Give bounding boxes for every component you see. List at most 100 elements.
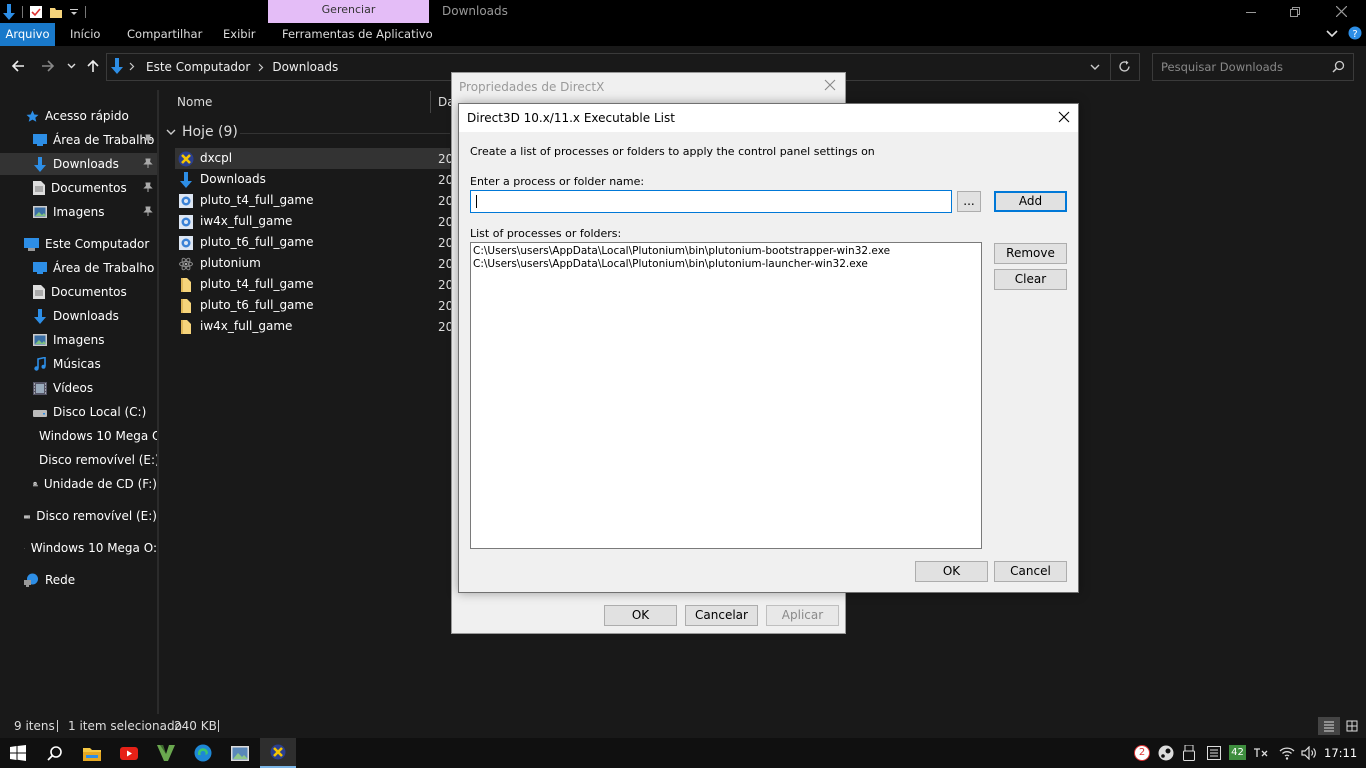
file-row-pluto-t4-folder[interactable]: pluto_t4_full_game — [175, 274, 450, 295]
customize-toolbar-icon[interactable] — [69, 7, 79, 17]
breadcrumb-downloads[interactable]: Downloads — [272, 53, 338, 81]
address-history-chevron-icon[interactable] — [1090, 63, 1100, 71]
sidebar-item-acesso-rapido[interactable]: Acesso rápido — [26, 105, 156, 127]
file-row-dxcpl[interactable]: dxcpl — [175, 148, 450, 169]
network-icon — [24, 573, 38, 587]
executable-list-cancel-button[interactable]: Cancel — [994, 561, 1067, 582]
large-icons-view-button[interactable] — [1344, 717, 1360, 735]
sidebar-item-musicas[interactable]: Músicas — [33, 353, 157, 375]
sidebar-item-label: Documentos — [51, 181, 127, 195]
tab-ferramentas-de-aplicativo[interactable]: Ferramentas de Aplicativo — [282, 23, 433, 46]
temperature-tray-icon[interactable]: 42 — [1229, 745, 1246, 760]
tab-compartilhar[interactable]: Compartilhar — [127, 23, 202, 46]
taskbar-youtube[interactable] — [111, 738, 147, 768]
up-arrow-icon[interactable] — [86, 59, 100, 73]
minimize-button[interactable] — [1228, 0, 1274, 23]
close-window-button[interactable] — [1318, 0, 1364, 23]
help-icon[interactable]: ? — [1348, 26, 1362, 40]
restore-button[interactable] — [1272, 0, 1318, 23]
notification-badge-icon[interactable]: 2 — [1134, 745, 1150, 761]
executable-list-close-icon[interactable] — [1058, 111, 1070, 123]
internet-shortcut-icon — [179, 214, 193, 229]
file-row-pluto-t4-shortcut[interactable]: pluto_t4_full_game — [175, 190, 450, 211]
pin-icon — [143, 158, 153, 168]
tab-inicio[interactable]: Início — [70, 23, 100, 46]
desktop-icon — [33, 134, 47, 146]
sidebar-item-windows-10-mega[interactable]: Windows 10 Mega O — [33, 425, 157, 447]
sidebar-item-imagens-quick[interactable]: Imagens — [0, 201, 157, 223]
taskbar-edge[interactable] — [185, 738, 221, 768]
sidebar-item-label: Downloads — [53, 157, 119, 171]
keyboard-tray-icon[interactable] — [1253, 746, 1269, 760]
add-button[interactable]: Add — [994, 191, 1067, 212]
sidebar-item-videos[interactable]: Vídeos — [33, 377, 157, 399]
collapse-chevron-icon[interactable] — [166, 128, 176, 136]
directx-cancel-button[interactable]: Cancelar — [685, 605, 758, 626]
back-arrow-icon[interactable] — [11, 59, 25, 73]
tab-exibir[interactable]: Exibir — [223, 23, 256, 46]
sidebar-item-rede[interactable]: Rede — [24, 569, 157, 591]
usb-tray-icon[interactable] — [1183, 745, 1195, 761]
breadcrumb-separator-icon[interactable] — [258, 63, 264, 72]
directx-ok-button[interactable]: OK — [604, 605, 677, 626]
list-item[interactable]: C:\Users\users\AppData\Local\Plutonium\b… — [473, 258, 868, 270]
sidebar-item-documentos-pc[interactable]: Documentos — [33, 281, 157, 303]
sidebar-item-area-de-trabalho[interactable]: Área de Trabalho — [0, 129, 157, 151]
file-name: iw4x_full_game — [200, 319, 293, 333]
executable-list-ok-button[interactable]: OK — [915, 561, 988, 582]
file-row-plutonium[interactable]: plutonium — [175, 253, 450, 274]
sidebar-item-este-computador[interactable]: Este Computador — [24, 233, 157, 255]
sidebar-item-disco-local-c[interactable]: Disco Local (C:) — [33, 401, 157, 423]
sidebar-item-unidade-de-cd-f[interactable]: Unidade de CD (F:) — [33, 473, 157, 495]
sidebar-item-disco-removivel-e[interactable]: Disco removível (E:) — [33, 449, 157, 471]
file-row-iw4x-shortcut[interactable]: iw4x_full_game — [175, 211, 450, 232]
forward-arrow-icon[interactable] — [41, 59, 55, 73]
volume-tray-icon[interactable] — [1301, 746, 1317, 760]
column-header-nome[interactable]: Nome — [177, 95, 212, 109]
download-arrow-icon[interactable] — [2, 3, 16, 20]
sidebar-item-downloads-pc[interactable]: Downloads — [33, 305, 157, 327]
directx-apply-button[interactable]: Aplicar — [766, 605, 839, 626]
breadcrumb-separator-icon[interactable] — [129, 62, 135, 71]
context-tab-gerenciar[interactable]: Gerenciar — [268, 0, 429, 23]
taskbar-app-v[interactable] — [148, 738, 184, 768]
column-divider[interactable] — [430, 91, 431, 113]
tab-arquivo[interactable]: Arquivo — [0, 23, 55, 46]
taskbar-search-button[interactable] — [37, 738, 73, 768]
breadcrumb-este-computador[interactable]: Este Computador — [146, 53, 250, 81]
new-folder-icon[interactable] — [49, 5, 63, 19]
start-button[interactable] — [0, 738, 36, 768]
remove-button[interactable]: Remove — [994, 243, 1067, 264]
list-item[interactable]: C:\Users\users\AppData\Local\Plutonium\b… — [473, 245, 890, 257]
process-name-input[interactable] — [470, 190, 952, 213]
sidebar-item-windows-10-mega-root[interactable]: Windows 10 Mega O: — [24, 537, 157, 559]
refresh-icon[interactable] — [1118, 60, 1131, 73]
wifi-tray-icon[interactable] — [1279, 745, 1295, 760]
details-view-button[interactable] — [1318, 717, 1340, 735]
clear-button[interactable]: Clear — [994, 269, 1067, 290]
directx-close-icon[interactable] — [824, 79, 836, 91]
taskbar-clock[interactable]: 17:11 — [1324, 738, 1357, 768]
properties-icon[interactable] — [29, 5, 43, 19]
sidebar-item-downloads-quick[interactable]: Downloads — [0, 153, 157, 175]
ribbon-expand-icon[interactable] — [1326, 28, 1338, 38]
process-list[interactable] — [470, 242, 982, 549]
browse-button[interactable]: ... — [957, 191, 981, 212]
group-header-hoje[interactable]: Hoje (9) — [166, 124, 238, 140]
search-icon[interactable] — [1332, 60, 1345, 73]
file-row-iw4x-folder[interactable]: iw4x_full_game — [175, 316, 450, 337]
file-row-pluto-t6-folder[interactable]: pluto_t6_full_game — [175, 295, 450, 316]
sidebar-item-area-de-trabalho-pc[interactable]: Área de Trabalho — [33, 257, 157, 279]
taskbar-dxcpl[interactable] — [260, 738, 296, 768]
taskbar-file-explorer[interactable] — [74, 738, 110, 768]
sidebar-item-imagens-pc[interactable]: Imagens — [33, 329, 157, 351]
sidebar-item-disco-removivel-e-root[interactable]: Disco removível (E:) — [24, 505, 157, 527]
memory-tray-icon[interactable] — [1207, 746, 1221, 760]
recent-locations-chevron-icon[interactable] — [67, 62, 76, 70]
steam-tray-icon[interactable] — [1158, 745, 1174, 761]
sidebar-item-documentos-quick[interactable]: Documentos — [0, 177, 157, 199]
file-row-downloads[interactable]: Downloads — [175, 169, 450, 190]
search-input[interactable]: Pesquisar Downloads — [1152, 53, 1354, 81]
taskbar-photos[interactable] — [222, 738, 258, 768]
file-row-pluto-t6-shortcut[interactable]: pluto_t6_full_game — [175, 232, 450, 253]
